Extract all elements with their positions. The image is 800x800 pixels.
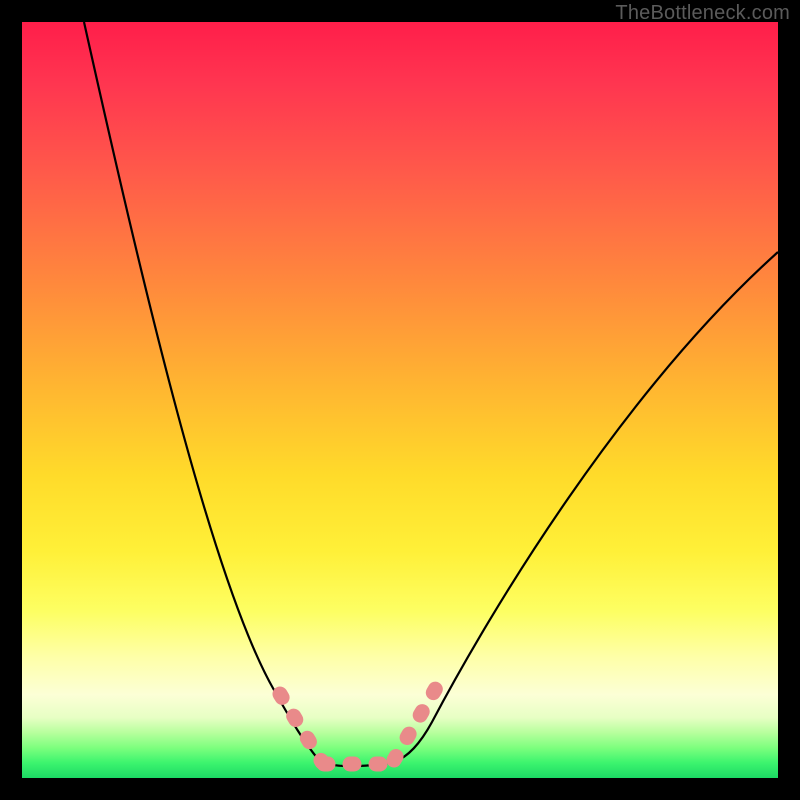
watermark-text: TheBottleneck.com xyxy=(615,2,790,25)
chart-svg-layer xyxy=(22,22,778,778)
chart-plot-area xyxy=(22,22,778,778)
chart-frame: TheBottleneck.com xyxy=(0,0,800,800)
bottleneck-curve xyxy=(84,22,778,766)
highlight-left xyxy=(280,694,322,762)
